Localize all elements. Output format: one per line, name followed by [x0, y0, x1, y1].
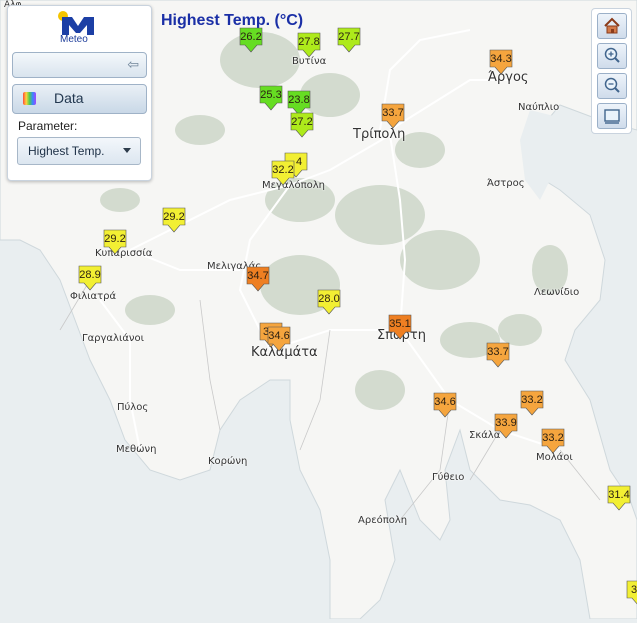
station-marker[interactable]: 28.9 — [78, 265, 106, 293]
home-icon — [604, 17, 620, 34]
station-value: 26.2 — [240, 31, 262, 43]
place-label: Άστρος — [487, 178, 525, 189]
station-marker[interactable]: 34.3 — [489, 49, 517, 77]
station-value: 29.2 — [104, 233, 126, 245]
station-marker[interactable]: 29.2 — [103, 229, 131, 257]
station-marker[interactable]: 33.2 — [520, 390, 548, 418]
place-label: Γαργαλιάνοι — [82, 333, 145, 344]
station-value: 35.1 — [389, 318, 411, 330]
station-value: 32.2 — [272, 164, 294, 176]
station-value: 33.9 — [495, 417, 517, 429]
place-label: Λεωνίδιο — [534, 287, 580, 298]
station-marker[interactable]: 34.6 — [433, 392, 461, 420]
station-value: 3 — [630, 584, 637, 596]
station-marker[interactable]: 33.7 — [486, 342, 514, 370]
extent-icon — [604, 109, 620, 124]
station-marker[interactable]: 3 — [626, 580, 637, 608]
palette-icon — [23, 92, 36, 105]
station-value: 33.7 — [382, 107, 404, 119]
data-button-label: Data — [54, 90, 84, 106]
station-value: 34.3 — [490, 53, 512, 65]
map-title: Highest Temp. (°C) — [161, 12, 304, 29]
parameter-select-value: Highest Temp. — [28, 144, 105, 158]
station-marker[interactable]: 28.0 — [317, 289, 345, 317]
station-value: 25.3 — [260, 89, 282, 101]
station-marker[interactable]: 34.7 — [246, 266, 274, 294]
place-label: Γύθειο — [432, 472, 465, 483]
collapse-slider[interactable]: ⇦ — [12, 52, 147, 78]
place-label: Κορώνη — [208, 456, 248, 467]
zoom-in-icon — [604, 47, 620, 63]
zoom-out-button[interactable] — [597, 73, 627, 99]
station-marker[interactable]: 25.3 — [259, 85, 287, 113]
station-marker[interactable]: 33.2 — [541, 428, 569, 456]
station-marker[interactable]: 27.8 — [297, 32, 325, 60]
station-value: 33.2 — [521, 394, 543, 406]
station-value: 27.7 — [338, 31, 360, 43]
place-label: Πύλος — [117, 402, 149, 413]
arrow-left-icon[interactable]: ⇦ — [127, 57, 139, 73]
station-marker[interactable]: 27.2 — [290, 112, 318, 140]
station-value: 28.0 — [318, 293, 340, 305]
station-value: 31.4 — [608, 489, 630, 501]
station-marker[interactable]: 27.7 — [337, 27, 365, 55]
place-label: Αρεόπολη — [358, 515, 408, 526]
zoom-in-button[interactable] — [597, 43, 627, 69]
control-panel: Meteo ⇦ Data Parameter: Highest Temp. — [7, 5, 152, 181]
station-value: 27.8 — [298, 36, 320, 48]
station-value: 27.2 — [291, 116, 313, 128]
station-marker[interactable]: 33.9 — [494, 413, 522, 441]
station-marker[interactable]: 33.7 — [381, 103, 409, 131]
station-value: 33.2 — [542, 432, 564, 444]
parameter-select[interactable]: Highest Temp. — [17, 137, 141, 165]
home-button[interactable] — [597, 13, 627, 39]
meteo-logo — [58, 11, 106, 51]
parameter-label: Parameter: — [18, 119, 78, 133]
station-value: 34.7 — [247, 270, 269, 282]
station-value: 34.6 — [434, 396, 456, 408]
station-marker[interactable]: 29.2 — [162, 207, 190, 235]
station-value: 34.6 — [268, 330, 290, 342]
station-marker[interactable]: 31.4 — [607, 485, 635, 513]
station-marker[interactable]: 34.6 — [267, 326, 295, 354]
full-extent-button[interactable] — [597, 103, 627, 129]
map-toolbar — [591, 8, 632, 134]
station-value: 23.8 — [288, 94, 310, 106]
chevron-down-icon[interactable] — [123, 148, 131, 153]
place-label: Μεθώνη — [116, 444, 157, 455]
place-label: Ναύπλιο — [518, 102, 560, 113]
station-value: 28.9 — [79, 269, 101, 281]
station-value: 29.2 — [163, 211, 185, 223]
station-marker[interactable]: 32.2 — [271, 160, 299, 188]
station-marker[interactable]: 35.1 — [388, 314, 416, 342]
station-value: 33.7 — [487, 346, 509, 358]
station-marker[interactable]: 26.2 — [239, 27, 267, 55]
zoom-out-icon — [604, 77, 620, 93]
meteo-logo-text: Meteo — [60, 34, 88, 45]
data-button[interactable]: Data — [12, 84, 147, 114]
